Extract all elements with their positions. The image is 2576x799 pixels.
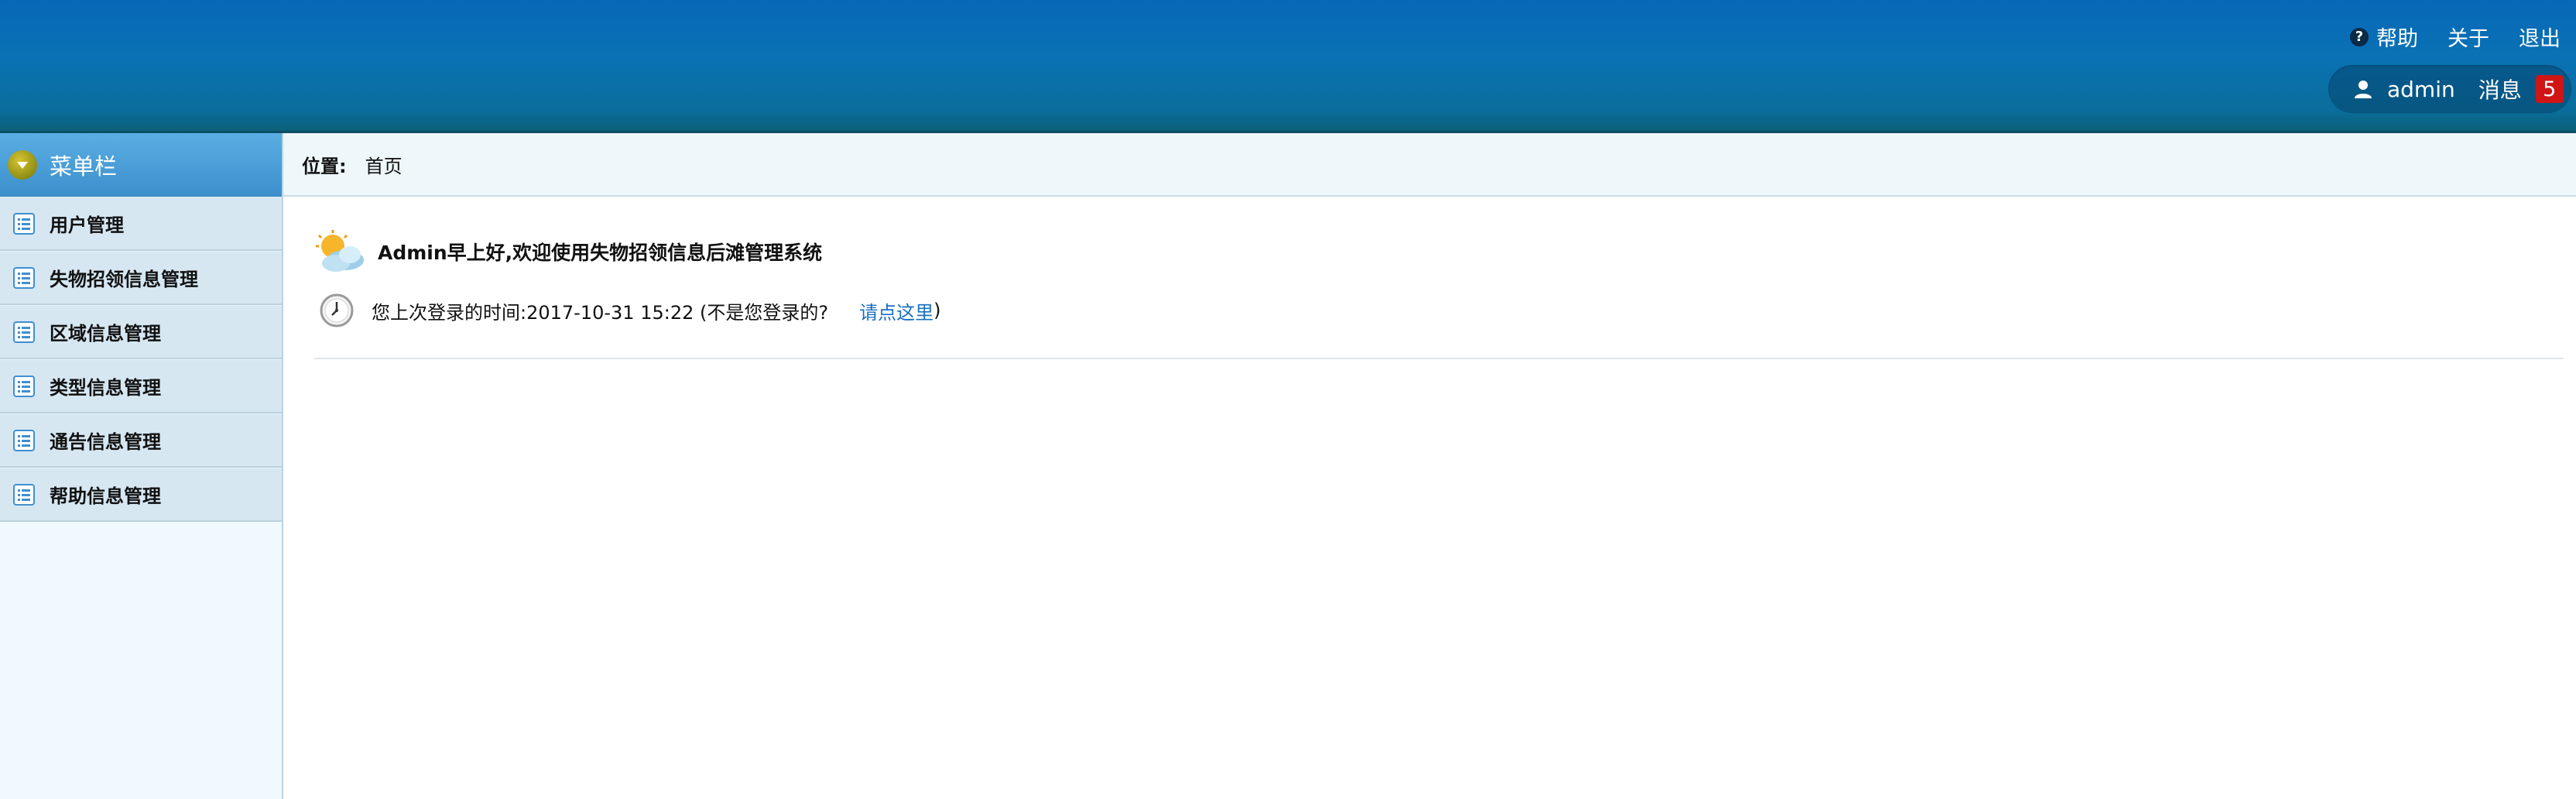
sidebar-header[interactable]: 菜单栏 (0, 133, 282, 197)
sidebar-item-help[interactable]: 帮助信息管理 (0, 468, 282, 522)
collapse-arrow-icon (8, 149, 37, 180)
logout-link-label: 退出 (2519, 27, 2561, 51)
breadcrumb-label: 位置: (302, 155, 347, 177)
main-content: 位置: 首页 Admin早上好,欢迎使用失物招领信息后滩管理系统 您上次登录的时… (283, 133, 2576, 799)
sun-cloud-icon (316, 230, 364, 272)
not-me-link[interactable]: 请点这里 (859, 297, 933, 324)
sidebar: 菜单栏 用户管理 失物招领信息管理 区域信息管理 类型信息管理 通告信息管理 帮… (0, 133, 283, 799)
help-link-label: 帮助 (2376, 27, 2418, 51)
breadcrumb: 位置: 首页 (283, 133, 2576, 197)
sidebar-item-label: 通告信息管理 (50, 431, 161, 453)
welcome-message: Admin早上好,欢迎使用失物招领信息后滩管理系统 (378, 242, 823, 264)
sidebar-item-label: 失物招领信息管理 (50, 269, 198, 290)
list-icon (13, 321, 35, 343)
about-link-label: 关于 (2448, 27, 2489, 51)
last-login-row: 您上次登录的时间:2017-10-31 15:22 (不是您登录的? 请点这里 … (319, 293, 940, 328)
close-paren: ) (933, 300, 941, 321)
divider (314, 358, 2564, 359)
list-icon (13, 375, 35, 397)
header-links: ? 帮助 关于 退出 (2350, 22, 2561, 52)
list-icon (13, 266, 35, 289)
welcome-row: Admin早上好,欢迎使用失物招领信息后滩管理系统 (314, 229, 822, 274)
top-header: ? 帮助 关于 退出 admin 消息 5 (0, 0, 2576, 133)
sidebar-title: 菜单栏 (50, 153, 118, 180)
about-link[interactable]: 关于 (2448, 22, 2489, 52)
user-panel: admin 消息 5 (2328, 65, 2571, 113)
messages-count-badge[interactable]: 5 (2535, 75, 2564, 103)
list-icon (13, 429, 35, 451)
sidebar-item-label: 区域信息管理 (50, 323, 161, 345)
help-link[interactable]: ? 帮助 (2350, 22, 2418, 52)
sidebar-item-label: 帮助信息管理 (50, 485, 161, 507)
sidebar-item-notice[interactable]: 通告信息管理 (0, 413, 282, 468)
sidebar-item-lost-found[interactable]: 失物招领信息管理 (0, 251, 282, 305)
breadcrumb-current[interactable]: 首页 (365, 151, 402, 178)
last-login-text: 您上次登录的时间:2017-10-31 15:22 (不是您登录的? (372, 301, 829, 324)
user-icon (2355, 81, 2372, 98)
list-icon (13, 483, 35, 506)
clock-icon (320, 293, 354, 327)
sidebar-item-area[interactable]: 区域信息管理 (0, 305, 282, 359)
messages-link[interactable]: 消息 (2478, 74, 2522, 105)
list-icon (13, 212, 35, 235)
sidebar-item-label: 类型信息管理 (50, 377, 161, 399)
username[interactable]: admin (2387, 77, 2455, 102)
help-icon: ? (2350, 27, 2369, 46)
sidebar-item-label: 用户管理 (50, 214, 124, 236)
sidebar-item-type[interactable]: 类型信息管理 (0, 359, 282, 413)
sidebar-item-user-management[interactable]: 用户管理 (0, 197, 282, 251)
logout-link[interactable]: 退出 (2519, 22, 2561, 52)
